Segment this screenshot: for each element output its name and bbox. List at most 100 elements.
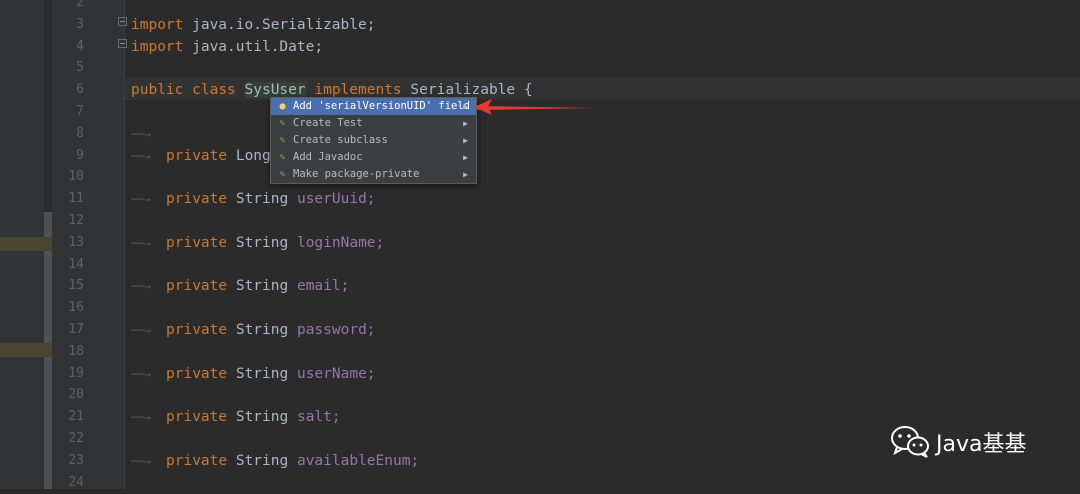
field-type: String [235,234,289,251]
keyword-private: private [166,147,228,164]
line-number: 14 [68,256,84,272]
field-type: String [235,452,289,469]
tab-indicator: ──→ [131,236,151,250]
menu-item-label: Add Javadoc [293,151,363,163]
chevron-right-icon: ▶ [463,170,468,179]
line-content: ──→ private String password; [131,319,376,342]
line-content: import java.io.Serializable; [131,14,375,36]
keyword-private: private [166,409,228,426]
line-content: ──→ private String salt; [131,406,341,429]
menu-item[interactable]: ● Add 'serialVersionUID' field ▶ [271,98,476,115]
tab-indicator: ──→ [131,127,151,141]
code-editor[interactable]: 2 3 import java.io.Serializable; 4 import ja… [0,0,1080,490]
menu-item-label: Create subclass [293,134,388,146]
code-line[interactable]: 19 ──→ private String userName; [0,363,1080,385]
tab-indicator: ──→ [131,149,151,163]
keyword-implements: implements [314,82,402,99]
code-line[interactable]: 3 import java.io.Serializable; [0,14,1080,36]
line-content: ──→ private String availableEnum; [131,450,419,473]
intention-actions-popup[interactable]: ● Add 'serialVersionUID' field ▶ ✎ Create Te… [270,97,477,184]
code-line[interactable]: 24 [0,472,1080,494]
field-name: loginName; [296,234,385,251]
field-name: password; [296,322,376,338]
field-name: salt; [296,409,341,426]
line-number: 23 [68,452,84,468]
line-number: 15 [68,278,84,294]
line-number: 6 [76,82,84,98]
keyword-public: public [131,82,184,99]
code-line[interactable]: 20 [0,384,1080,406]
code-line[interactable]: 16 [0,297,1080,319]
tab-indicator: ──→ [131,280,151,294]
menu-item[interactable]: ✎ Make package-private ▶ [271,166,476,183]
chevron-right-icon: ▶ [463,153,468,162]
keyword-private: private [166,278,228,295]
line-number: 7 [76,104,84,119]
line-content: ──→ [131,123,166,146]
menu-item-label: Create Test [293,117,363,129]
menu-item[interactable]: ✎ Add Javadoc ▶ [271,149,476,166]
code-line[interactable]: 10 [0,166,1080,188]
intention-pen-icon: ✎ [279,169,286,180]
menu-item-label: Make package-private [293,168,420,180]
field-type: Long [235,147,271,164]
line-number: 24 [68,474,84,490]
keyword-private: private [166,191,228,208]
line-content: ──→ private String loginName; [131,232,384,255]
line-number: 16 [68,300,84,316]
wechat-icon [891,426,929,458]
line-number: 4 [76,38,84,54]
line-content: ──→ private String email; [131,275,349,298]
code-line[interactable]: 4 import java.util.Date; [0,36,1080,58]
field-type: String [235,409,289,426]
code-line[interactable]: 17 ──→ private String password; [0,319,1080,341]
tab-indicator: ──→ [131,367,151,381]
class-name[interactable]: SysUser [244,82,306,99]
chevron-right-icon: ▶ [463,136,468,145]
field-name: availableEnum; [296,452,420,469]
menu-item[interactable]: ✎ Create subclass ▶ [271,132,476,149]
line-number: 10 [68,169,84,185]
code-line[interactable]: 11 ──→ private String userUuid; [0,188,1080,210]
code-line[interactable]: 12 [0,210,1080,232]
code-line[interactable]: 14 [0,254,1080,276]
keyword-private: private [166,365,228,382]
code-line[interactable]: 18 [0,341,1080,363]
line-content: ──→ private String userUuid; [131,188,376,211]
tab-indicator: ──→ [131,454,151,468]
line-number: 18 [68,343,84,359]
line-number: 9 [76,147,84,163]
line-number: 21 [68,409,84,425]
intention-pen-icon: ✎ [279,135,286,146]
intention-pen-icon: ✎ [279,118,286,129]
line-number: 2 [76,0,84,10]
line-number: 8 [76,125,84,141]
field-type: String [235,365,289,382]
field-name: email; [296,278,350,295]
code-line[interactable]: 2 [0,0,1080,14]
lightbulb-icon: ● [279,101,286,112]
code-line[interactable]: 9 ──→ private Long [0,145,1080,167]
keyword-import: import [131,38,184,55]
code-line[interactable]: 15 ──→ private String email; [0,275,1080,297]
keyword-private: private [166,322,228,338]
chevron-right-icon: ▶ [463,119,468,128]
import-path: java.util.Date; [183,38,324,55]
intention-pen-icon: ✎ [279,152,286,163]
code-line[interactable]: 5 [0,57,1080,79]
watermark-text: Java基基 [936,432,1027,457]
code-line[interactable]: 8 ──→ [0,123,1080,145]
code-line[interactable]: 13 ──→ private String loginName; [0,232,1080,254]
menu-item-label: Add 'serialVersionUID' field [293,100,471,112]
line-number: 12 [68,213,84,228]
line-content: import java.util.Date; [131,36,323,58]
line-number: 3 [76,16,84,32]
field-type: String [235,191,289,208]
keyword-private: private [166,452,228,469]
field-name: userName; [296,365,376,382]
field-name: userUuid; [296,191,376,208]
tab-indicator: ──→ [131,324,151,337]
line-content: ──→ private String userName; [131,363,376,386]
field-type: String [235,278,289,295]
menu-item[interactable]: ✎ Create Test ▶ [271,115,476,132]
